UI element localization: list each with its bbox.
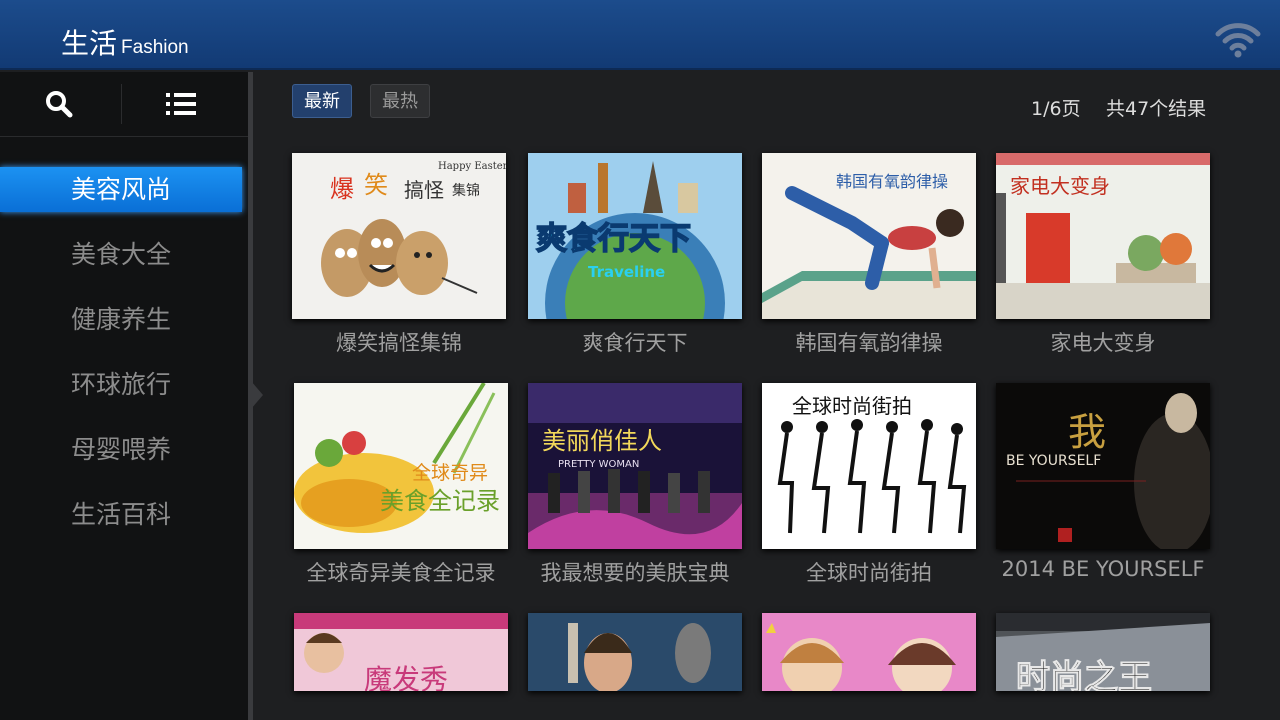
video-thumbnail[interactable]: 爽食行天下 Traveline <box>528 153 742 319</box>
thumb-text: 时尚之王 <box>1016 658 1152 691</box>
sort-hottest-button[interactable]: 最热 <box>370 84 430 118</box>
category-list: 美容风尚 美食大全 健康养生 环球旅行 母婴喂养 生活百科 <box>0 167 248 557</box>
thumb-text: Happy Easter <box>438 161 506 172</box>
video-title: 爆笑搞怪集锦 <box>336 331 462 355</box>
video-card[interactable]: 家电大变身 家电大变身 <box>996 153 1210 357</box>
video-thumbnail[interactable]: 韩国有氧韵律操 <box>762 153 976 319</box>
video-title: 韩国有氧韵律操 <box>795 331 943 355</box>
thumb-text: 爽食行天下 <box>536 221 691 257</box>
search-button[interactable] <box>4 80 114 128</box>
sidebar-item-travel[interactable]: 环球旅行 <box>0 362 242 407</box>
sidebar-item-food[interactable]: 美食大全 <box>0 232 242 277</box>
sort-newest-button[interactable]: 最新 <box>292 84 352 118</box>
thumb-text: 集锦 <box>452 182 480 199</box>
wifi-icon <box>1214 20 1262 60</box>
video-title: 我最想要的美肤宝典 <box>540 561 730 585</box>
sidebar-item-lifestyle[interactable]: 生活百科 <box>0 492 242 537</box>
sidebar: 美容风尚 美食大全 健康养生 环球旅行 母婴喂养 生活百科 <box>0 72 248 720</box>
toolbar-divider <box>121 84 122 124</box>
list-icon <box>166 93 196 115</box>
video-thumbnail[interactable] <box>528 613 742 691</box>
thumb-text: 全球时尚街拍 <box>792 394 912 418</box>
thumb-text: 美丽俏佳人 <box>542 427 662 455</box>
video-card[interactable]: 美丽俏佳人 PRETTY WOMAN 我最想要的美肤宝典 <box>528 383 742 587</box>
video-card[interactable]: 我 BE YOURSELF 2014 BE YOURSELF <box>996 383 1210 581</box>
thumb-text: 我 <box>1068 410 1106 454</box>
video-title: 全球时尚街拍 <box>806 561 932 585</box>
video-thumbnail[interactable] <box>762 613 976 691</box>
video-thumbnail[interactable]: 时尚之王 <box>996 613 1210 691</box>
video-card[interactable]: 魔发秀 <box>294 613 508 691</box>
list-view-button[interactable] <box>126 80 236 128</box>
video-title: 家电大变身 <box>1050 331 1156 355</box>
video-card[interactable] <box>762 613 976 691</box>
video-thumbnail[interactable]: 美丽俏佳人 PRETTY WOMAN <box>528 383 742 549</box>
title-bar: 生活 Fashion <box>0 0 1280 70</box>
video-card[interactable]: 韩国有氧韵律操 韩国有氧韵律操 <box>762 153 976 357</box>
sidebar-item-health[interactable]: 健康养生 <box>0 297 242 342</box>
video-card[interactable]: 时尚之王 <box>996 613 1210 691</box>
video-thumbnail[interactable]: 魔发秀 <box>294 613 508 691</box>
thumb-text: PRETTY WOMAN <box>558 459 639 470</box>
thumb-text: 美食全记录 <box>380 487 500 515</box>
thumb-text: BE YOURSELF <box>1006 453 1101 469</box>
thumb-text: 韩国有氧韵律操 <box>836 172 948 191</box>
thumb-text: Traveline <box>588 263 665 281</box>
thumb-text: 笑 <box>364 171 388 199</box>
app-title: 生活 Fashion <box>61 22 189 62</box>
app-title-text: 生活 <box>61 27 118 60</box>
app-subtitle: Fashion <box>121 37 189 58</box>
video-thumbnail[interactable]: 全球奇异 美食全记录 <box>294 383 508 549</box>
video-card[interactable] <box>528 613 742 691</box>
page-indicator: 1/6页 <box>1031 98 1081 120</box>
video-card[interactable]: 爽食行天下 Traveline 爽食行天下 <box>528 153 742 357</box>
video-title: 2014 BE YOURSELF <box>1001 557 1205 581</box>
video-thumbnail[interactable]: 全球时尚街拍 <box>762 383 976 549</box>
sidebar-item-beauty[interactable]: 美容风尚 <box>0 167 242 212</box>
search-icon <box>46 91 73 118</box>
video-card[interactable]: 爆 笑 搞怪 集锦 Happy Easter 爆笑搞怪集锦 <box>292 153 506 357</box>
sidebar-toolbar <box>0 72 248 137</box>
thumb-text: 爆 <box>330 175 354 203</box>
result-count: 共47个结果 <box>1106 98 1207 120</box>
sidebar-item-parenting[interactable]: 母婴喂养 <box>0 427 242 472</box>
video-thumbnail[interactable]: 我 BE YOURSELF <box>996 383 1210 549</box>
video-title: 全球奇异美食全记录 <box>306 561 496 585</box>
video-card[interactable]: 全球时尚街拍 全球时尚街拍 <box>762 383 976 587</box>
thumb-text: 家电大变身 <box>1010 174 1110 198</box>
video-thumbnail[interactable]: 家电大变身 <box>996 153 1210 319</box>
thumb-text: 全球奇异 <box>412 462 488 484</box>
video-thumbnail[interactable]: 爆 笑 搞怪 集锦 Happy Easter <box>292 153 506 319</box>
thumb-text: 魔发秀 <box>364 663 448 691</box>
thumb-text: 搞怪 <box>404 178 444 202</box>
video-title: 爽食行天下 <box>582 331 688 355</box>
video-card[interactable]: 全球奇异 美食全记录 全球奇异美食全记录 <box>294 383 508 587</box>
selection-pointer-icon <box>251 381 263 409</box>
